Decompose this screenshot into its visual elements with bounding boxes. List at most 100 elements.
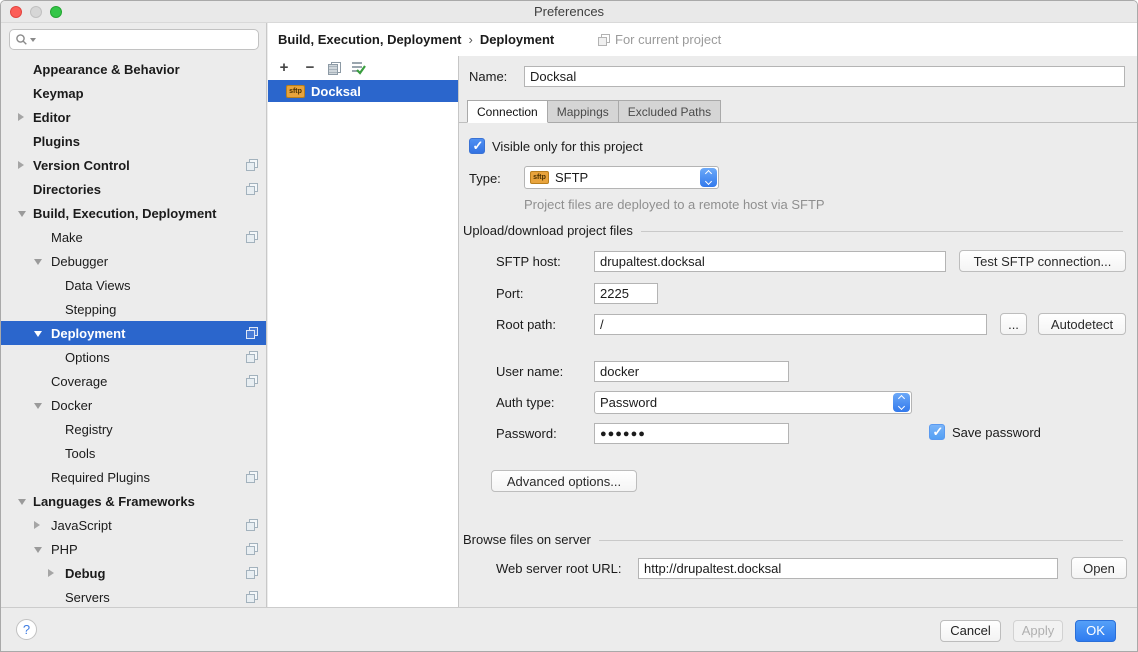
chevron-right-icon[interactable] bbox=[18, 113, 24, 121]
project-settings-icon bbox=[246, 375, 258, 387]
sidebar-item-debugger[interactable]: Debugger bbox=[1, 249, 266, 273]
chevron-down-icon[interactable] bbox=[18, 499, 26, 505]
tab-connection[interactable]: Connection bbox=[467, 100, 548, 123]
dropdown-stepper-icon[interactable] bbox=[700, 168, 717, 187]
sftp-host-input[interactable] bbox=[594, 251, 946, 272]
sidebar-item-stepping[interactable]: Stepping bbox=[1, 297, 266, 321]
remove-server-button[interactable]: − bbox=[302, 60, 318, 76]
connection-form-panel: Name: Connection Mappings Excluded Paths… bbox=[458, 56, 1137, 607]
server-name: Docksal bbox=[311, 84, 361, 99]
browse-root-path-button[interactable]: ... bbox=[1000, 313, 1027, 335]
server-list-item-docksal[interactable]: sftp Docksal bbox=[268, 80, 458, 102]
search-icon bbox=[15, 33, 28, 46]
root-path-label: Root path: bbox=[496, 317, 556, 332]
sidebar-item-directories[interactable]: Directories bbox=[1, 177, 266, 201]
tab-mappings[interactable]: Mappings bbox=[548, 100, 619, 123]
open-url-button[interactable]: Open bbox=[1071, 557, 1127, 579]
name-label: Name: bbox=[469, 69, 507, 84]
sidebar-item-plugins[interactable]: Plugins bbox=[1, 129, 266, 153]
sidebar-item-make[interactable]: Make bbox=[1, 225, 266, 249]
sidebar-item-coverage[interactable]: Coverage bbox=[1, 369, 266, 393]
web-root-input[interactable] bbox=[638, 558, 1058, 579]
add-server-button[interactable]: + bbox=[276, 60, 292, 76]
sidebar-item-editor[interactable]: Editor bbox=[1, 105, 266, 129]
cancel-button[interactable]: Cancel bbox=[940, 620, 1001, 642]
project-settings-icon bbox=[246, 519, 258, 531]
sidebar-item-docker[interactable]: Docker bbox=[1, 393, 266, 417]
search-input[interactable] bbox=[9, 29, 259, 50]
section-rule bbox=[599, 540, 1123, 541]
window-title: Preferences bbox=[1, 1, 1137, 23]
project-settings-icon bbox=[246, 591, 258, 603]
port-input[interactable] bbox=[594, 283, 658, 304]
use-as-default-icon[interactable] bbox=[351, 61, 366, 75]
section-rule bbox=[641, 231, 1123, 232]
sidebar-item-debug[interactable]: Debug bbox=[1, 561, 266, 585]
name-input[interactable] bbox=[524, 66, 1125, 87]
help-button[interactable]: ? bbox=[16, 619, 37, 640]
apply-button: Apply bbox=[1013, 620, 1063, 642]
settings-sidebar: Appearance & Behavior Keymap Editor Plug… bbox=[1, 23, 267, 607]
chevron-right-icon[interactable] bbox=[18, 161, 24, 169]
project-settings-icon bbox=[598, 34, 610, 46]
breadcrumb-separator: › bbox=[468, 32, 472, 47]
chevron-down-icon[interactable] bbox=[34, 259, 42, 265]
visible-only-checkbox[interactable] bbox=[469, 138, 485, 154]
sidebar-item-servers[interactable]: Servers bbox=[1, 585, 266, 607]
sidebar-item-languages-frameworks[interactable]: Languages & Frameworks bbox=[1, 489, 266, 513]
project-settings-icon bbox=[246, 351, 258, 363]
settings-tree: Appearance & Behavior Keymap Editor Plug… bbox=[1, 57, 266, 607]
auth-type-dropdown[interactable]: Password bbox=[594, 391, 912, 414]
chevron-down-icon[interactable] bbox=[34, 403, 42, 409]
chevron-right-icon[interactable] bbox=[48, 569, 54, 577]
sidebar-item-keymap[interactable]: Keymap bbox=[1, 81, 266, 105]
chevron-right-icon[interactable] bbox=[34, 521, 40, 529]
breadcrumb-current: Deployment bbox=[480, 32, 554, 47]
password-input[interactable] bbox=[594, 423, 789, 444]
server-list-panel: + − sftp Docksal bbox=[268, 56, 458, 607]
scope-label: For current project bbox=[615, 32, 721, 47]
user-name-input[interactable] bbox=[594, 361, 789, 382]
sidebar-item-build-execution-deployment[interactable]: Build, Execution, Deployment bbox=[1, 201, 266, 225]
list-toolbar: + − bbox=[268, 56, 458, 80]
sidebar-item-required-plugins[interactable]: Required Plugins bbox=[1, 465, 266, 489]
project-settings-icon bbox=[246, 159, 258, 171]
sidebar-item-appearance[interactable]: Appearance & Behavior bbox=[1, 57, 266, 81]
sidebar-item-registry[interactable]: Registry bbox=[1, 417, 266, 441]
test-sftp-connection-button[interactable]: Test SFTP connection... bbox=[959, 250, 1126, 272]
type-dropdown[interactable]: sftp SFTP bbox=[524, 166, 719, 189]
dialog-footer: ? Cancel Apply OK bbox=[1, 607, 1137, 651]
chevron-down-icon[interactable] bbox=[34, 547, 42, 553]
ok-button[interactable]: OK bbox=[1075, 620, 1116, 642]
tab-bar: Connection Mappings Excluded Paths bbox=[467, 100, 721, 123]
project-settings-icon bbox=[246, 327, 258, 339]
autodetect-button[interactable]: Autodetect bbox=[1038, 313, 1126, 335]
type-value: SFTP bbox=[555, 170, 588, 185]
project-settings-icon bbox=[246, 543, 258, 555]
chevron-down-icon[interactable] bbox=[34, 331, 42, 337]
sidebar-item-options[interactable]: Options bbox=[1, 345, 266, 369]
sidebar-item-php[interactable]: PHP bbox=[1, 537, 266, 561]
auth-type-label: Auth type: bbox=[496, 395, 555, 410]
tab-excluded-paths[interactable]: Excluded Paths bbox=[619, 100, 721, 123]
sidebar-item-deployment[interactable]: Deployment bbox=[1, 321, 266, 345]
save-password-checkbox[interactable] bbox=[929, 424, 945, 440]
sidebar-item-tools[interactable]: Tools bbox=[1, 441, 266, 465]
password-label: Password: bbox=[496, 426, 557, 441]
advanced-options-button[interactable]: Advanced options... bbox=[491, 470, 637, 492]
breadcrumb-parent[interactable]: Build, Execution, Deployment bbox=[278, 32, 461, 47]
sidebar-item-data-views[interactable]: Data Views bbox=[1, 273, 266, 297]
sidebar-item-javascript[interactable]: JavaScript bbox=[1, 513, 266, 537]
dropdown-stepper-icon[interactable] bbox=[893, 393, 910, 412]
chevron-down-icon[interactable] bbox=[18, 211, 26, 217]
copy-server-icon[interactable] bbox=[328, 62, 341, 75]
root-path-input[interactable] bbox=[594, 314, 987, 335]
sidebar-item-version-control[interactable]: Version Control bbox=[1, 153, 266, 177]
port-label: Port: bbox=[496, 286, 523, 301]
type-hint: Project files are deployed to a remote h… bbox=[524, 197, 825, 212]
project-settings-icon bbox=[246, 183, 258, 195]
sftp-host-label: SFTP host: bbox=[496, 254, 561, 269]
search-options-icon[interactable] bbox=[30, 38, 36, 42]
breadcrumb-bar: Build, Execution, Deployment › Deploymen… bbox=[268, 23, 1137, 56]
web-root-label: Web server root URL: bbox=[496, 561, 621, 576]
